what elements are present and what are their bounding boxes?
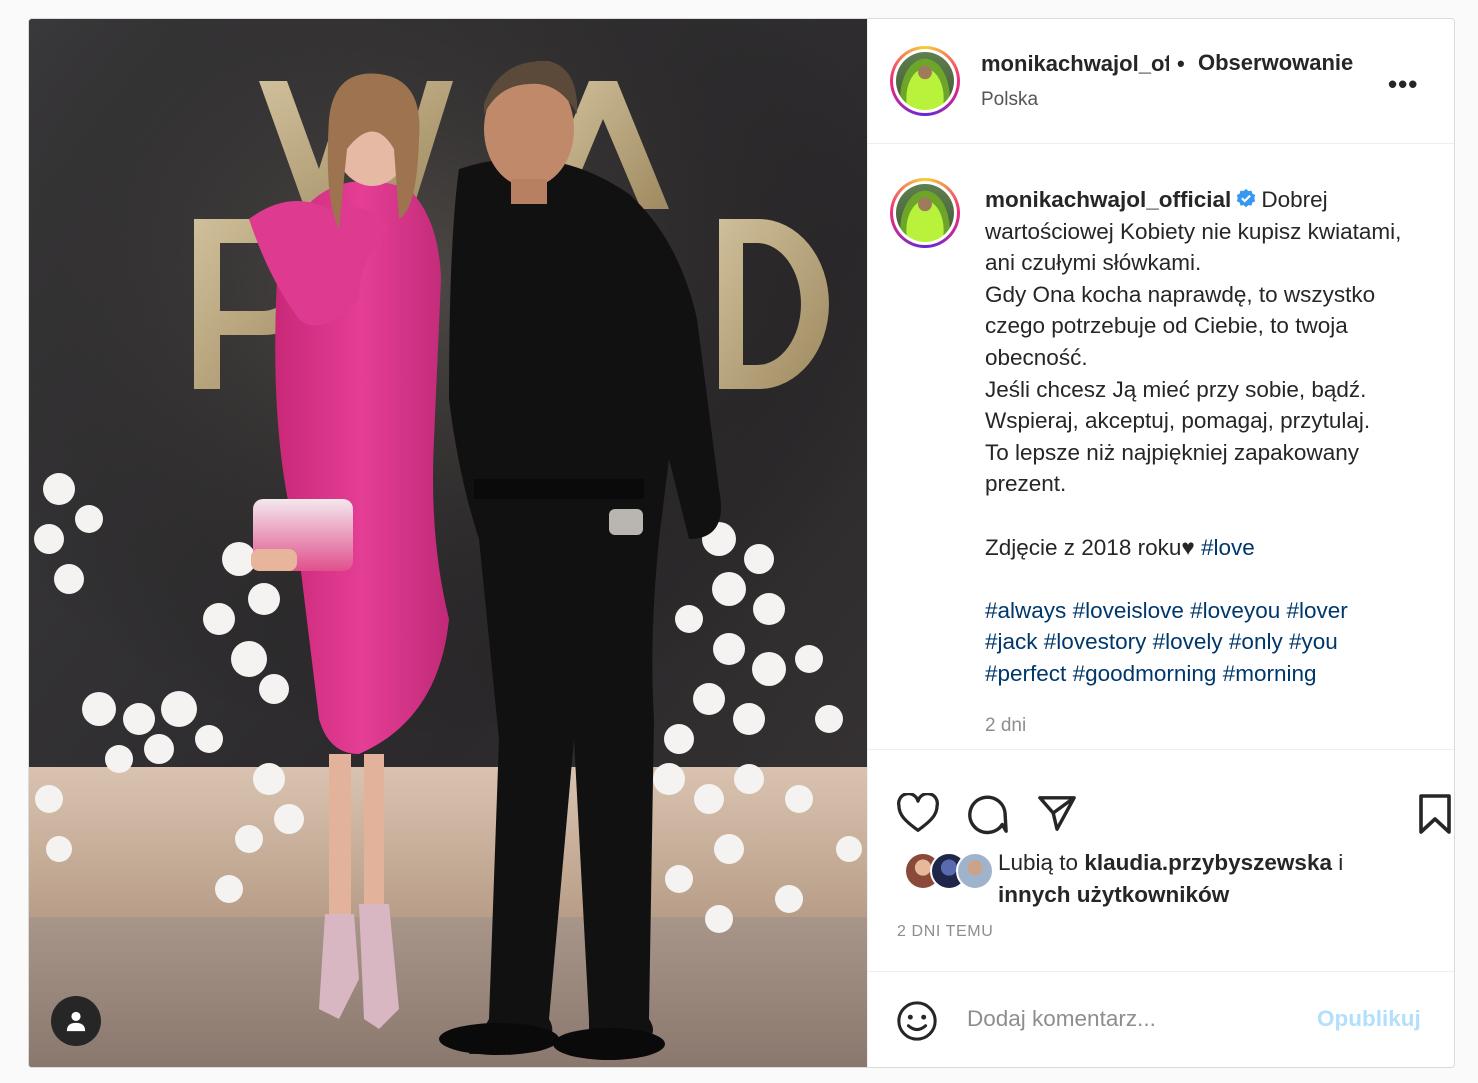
other-likers-link[interactable]: innych użytkowników <box>998 882 1229 907</box>
hashtag-link[interactable]: #always <box>985 598 1066 623</box>
caption-line: Jeśli chcesz Ją mieć przy sobie, bądź. <box>985 376 1367 402</box>
publish-button[interactable]: Opublikuj <box>1317 1006 1421 1032</box>
hashtag-link[interactable]: #loveyou <box>1190 598 1280 623</box>
emoji-icon[interactable] <box>896 1000 938 1042</box>
hashtag-link[interactable]: #goodmorning <box>1073 661 1217 686</box>
caption-username[interactable]: monikachwajol_official <box>985 187 1231 212</box>
caption-photo-note: Zdjęcie z 2018 roku♥ <box>985 534 1195 560</box>
photo-scene <box>29 19 867 1067</box>
verified-icon <box>1237 188 1256 208</box>
save-icon[interactable] <box>1417 793 1453 835</box>
following-button[interactable]: Obserwowanie <box>1198 50 1353 76</box>
caption-time[interactable]: 2 dni <box>985 715 1026 737</box>
tag-user-button[interactable] <box>51 996 101 1046</box>
header-username[interactable]: monikachwajol_official <box>981 51 1169 77</box>
likers-avatars[interactable] <box>904 852 994 890</box>
post-photo[interactable] <box>29 19 867 1067</box>
hashtag-link[interactable]: #lovestory <box>1044 629 1147 654</box>
likes-prefix: Lubią to <box>998 850 1079 875</box>
hashtag-link[interactable]: #love <box>1201 535 1255 560</box>
comment-bar: Dodaj komentarz... Opublikuj <box>868 971 1454 1067</box>
caption-text: monikachwajol_official Dobrej wartościowe… <box>985 184 1425 690</box>
hashtag-link[interactable]: #you <box>1289 629 1338 654</box>
caption-avatar[interactable] <box>890 178 960 248</box>
post-header: monikachwajol_official • Obserwowanie Po… <box>868 19 1454 144</box>
comment-icon[interactable] <box>966 793 1008 835</box>
more-icon[interactable]: ••• <box>1388 69 1418 100</box>
comment-input[interactable]: Dodaj komentarz... <box>967 1006 1156 1032</box>
liker-avatar <box>956 852 994 890</box>
caption-line: Gdy Ona kocha naprawdę, to wszystko czeg… <box>985 281 1376 370</box>
hashtag-link[interactable]: #only <box>1229 629 1283 654</box>
like-icon[interactable] <box>896 793 940 833</box>
header-separator: • <box>1177 51 1185 76</box>
post-date[interactable]: 2 DNI TEMU <box>897 923 993 941</box>
hashtag-link[interactable]: #lovely <box>1153 629 1223 654</box>
hashtag-link[interactable]: #perfect <box>985 661 1066 686</box>
tag-user-icon <box>66 1011 86 1032</box>
likes-summary: Lubią to klaudia.przybyszewska i innych … <box>998 847 1418 911</box>
hashtag-link[interactable]: #loveislove <box>1073 598 1184 623</box>
hashtag-link[interactable]: #lover <box>1287 598 1348 623</box>
instagram-post: monikachwajol_official • Obserwowanie Po… <box>28 18 1455 1068</box>
hashtag-link[interactable]: #jack <box>985 629 1038 654</box>
header-avatar[interactable] <box>890 46 960 116</box>
post-actions: Lubią to klaudia.przybyszewska i innych … <box>868 749 1454 949</box>
caption-line: Wspieraj, akceptuj, pomagaj, przytulaj. <box>985 408 1371 434</box>
post-caption: monikachwajol_official Dobrej wartościowe… <box>868 143 1454 750</box>
liker-username[interactable]: klaudia.przybyszewska <box>1084 850 1332 875</box>
share-icon[interactable] <box>1037 794 1077 832</box>
post-sidebar: monikachwajol_official • Obserwowanie Po… <box>867 19 1454 1067</box>
likes-conj: i <box>1338 850 1344 875</box>
post-location[interactable]: Polska <box>981 89 1038 111</box>
hashtag-link[interactable]: #morning <box>1223 661 1317 686</box>
caption-line: To lepsze niż najpiękniej zapakowany pre… <box>985 439 1359 497</box>
